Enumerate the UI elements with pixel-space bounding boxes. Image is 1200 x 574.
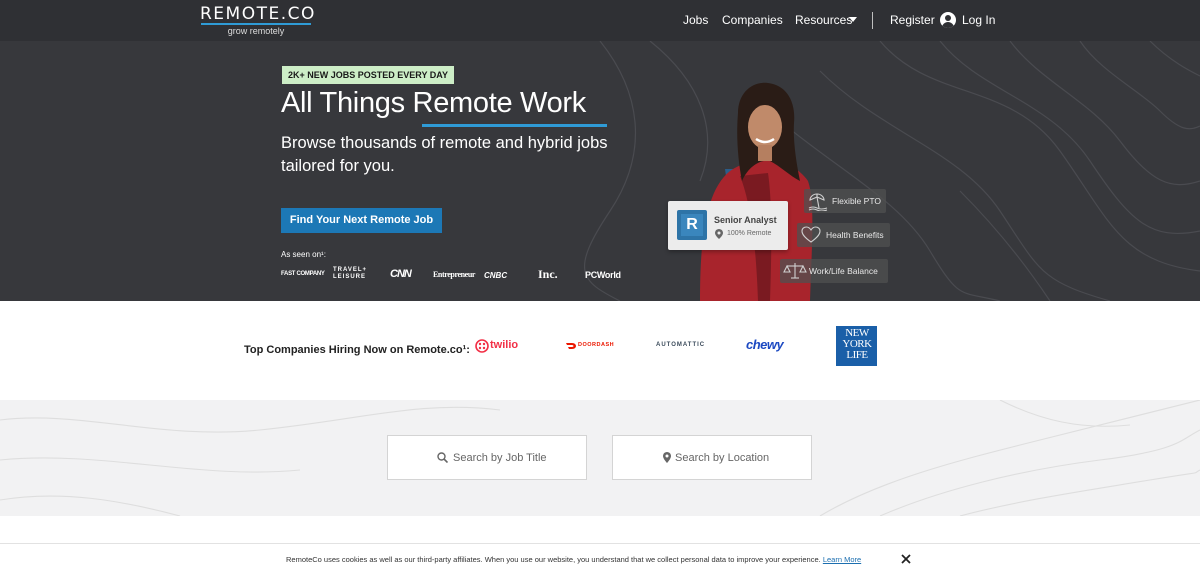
search-section — [0, 400, 1200, 516]
press-logo-cnn: CNN — [390, 268, 412, 280]
perk-label: Flexible PTO — [832, 196, 881, 206]
heart-icon — [801, 226, 821, 243]
location-search-input[interactable]: Search by Location — [612, 435, 812, 480]
doordash-icon — [566, 343, 576, 349]
company-name: DOORDASH — [578, 342, 615, 348]
perk-label: Health Benefits — [826, 230, 884, 240]
nav-link-companies[interactable]: Companies — [722, 13, 783, 27]
as-seen-on-label: As seen on¹: — [281, 250, 326, 259]
scale-icon — [783, 263, 807, 279]
perk-label: Work/Life Balance — [809, 266, 878, 276]
nav-divider — [872, 12, 873, 29]
press-logo-entrepreneur: Entrepreneur — [433, 270, 476, 279]
caret-down-icon[interactable] — [849, 17, 857, 22]
press-logo-pcworld: PCWorld — [585, 270, 621, 280]
hero-title: All Things Remote Work — [281, 87, 586, 119]
nav-link-login[interactable]: Log In — [962, 13, 995, 27]
company-logo-automattic[interactable]: AUTOMATTIC — [656, 342, 705, 348]
cookie-learn-more-link[interactable]: Learn More — [823, 555, 861, 564]
hero-subtitle: Browse thousands of remote and hybrid jo… — [281, 134, 608, 175]
find-remote-job-button[interactable]: Find Your Next Remote Job — [281, 208, 442, 233]
location-pin-icon — [715, 229, 723, 239]
cookie-text: RemoteCo uses cookies as well as our thi… — [286, 555, 821, 564]
cookie-consent-bar: RemoteCo uses cookies as well as our thi… — [0, 543, 1200, 574]
company-name: twilio — [490, 339, 519, 351]
company-logo-icon: R — [677, 210, 707, 240]
press-logo-cnbc: CNBC — [484, 271, 508, 280]
perk-health-benefits: Health Benefits — [797, 223, 890, 247]
perk-flexible-pto: Flexible PTO — [804, 189, 886, 213]
cookie-message: RemoteCo uses cookies as well as our thi… — [286, 555, 861, 564]
top-companies-label: Top Companies Hiring Now on Remote.co¹: — [244, 344, 470, 356]
title-underline — [422, 124, 607, 127]
company-name: NEW YORK LIFE — [842, 327, 872, 361]
new-jobs-badge: 2K+ NEW JOBS POSTED EVERY DAY — [282, 66, 454, 84]
job-title-placeholder: Search by Job Title — [453, 452, 547, 464]
press-logo-inc: Inc. — [538, 267, 558, 281]
job-title-search-input[interactable]: Search by Job Title — [387, 435, 587, 480]
location-pin-icon — [663, 452, 671, 463]
top-navigation-bar: REMOTE.CO grow remotely Jobs Companies R… — [0, 0, 1200, 41]
search-contour-pattern — [0, 400, 1200, 516]
site-logo[interactable]: REMOTE.CO grow remotely — [200, 4, 316, 37]
nav-link-register[interactable]: Register — [890, 13, 935, 27]
close-icon[interactable] — [900, 553, 912, 565]
user-icon[interactable] — [940, 12, 956, 28]
press-logo-fastcompany: FAST COMPANY — [281, 271, 325, 277]
nav-link-resources[interactable]: Resources — [795, 13, 852, 27]
press-logo-travel-leisure: TRAVEL+ LEISURE — [333, 267, 368, 280]
company-logo-new-york-life[interactable]: NEW YORK LIFE — [836, 326, 877, 366]
sample-job-title: Senior Analyst — [714, 215, 777, 225]
hero-section: 2K+ NEW JOBS POSTED EVERY DAY All Things… — [0, 41, 1200, 301]
location-placeholder: Search by Location — [675, 452, 770, 464]
logo-wordmark: REMOTE.CO — [200, 4, 316, 24]
beach-icon — [808, 193, 828, 211]
nav-link-jobs[interactable]: Jobs — [683, 13, 708, 27]
sample-job-location: 100% Remote — [727, 230, 772, 237]
twilio-icon — [475, 339, 489, 353]
sample-job-card: R Senior Analyst 100% Remote — [668, 201, 788, 250]
perk-work-life-balance: Work/Life Balance — [780, 259, 888, 283]
company-logo-chewy[interactable]: chewy — [746, 337, 784, 352]
logo-tagline: grow remotely — [227, 26, 285, 36]
search-icon — [437, 452, 448, 463]
